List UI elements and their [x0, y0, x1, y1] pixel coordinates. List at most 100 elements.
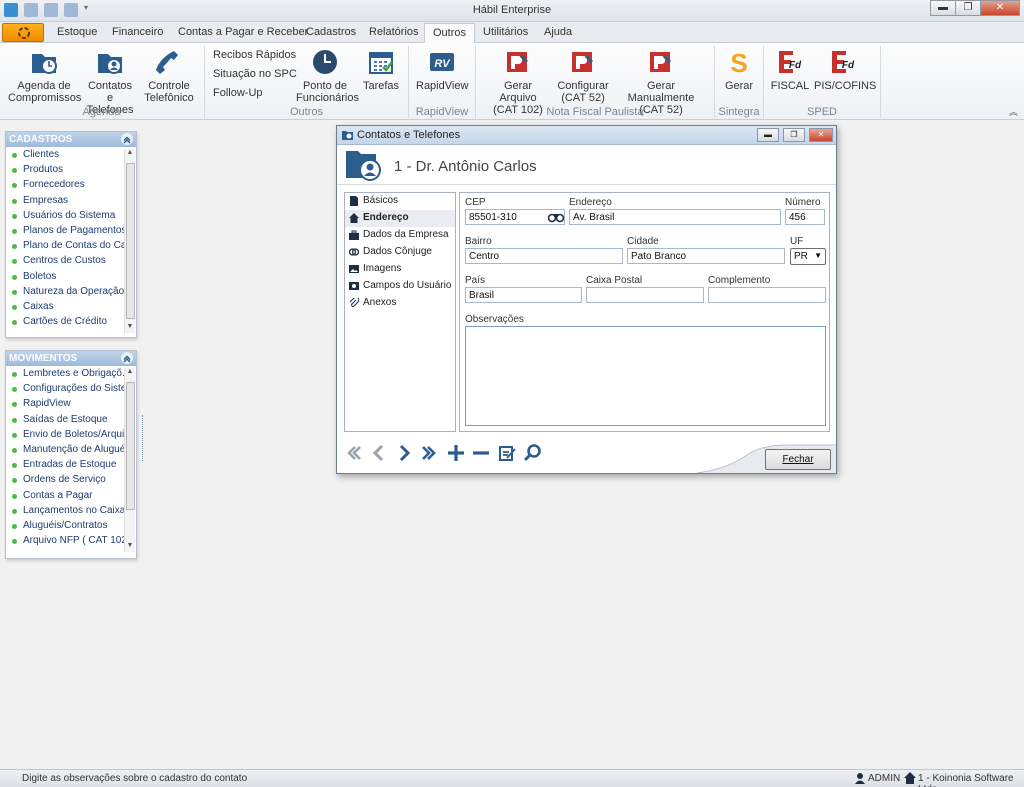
sidebar-item-contas-pagar[interactable]: Contas a Pagar [6, 490, 124, 505]
sidebar-item-arquivo-nfp[interactable]: Arquivo NFP ( CAT 102... [6, 535, 124, 550]
dialog-maximize-button[interactable]: ❐ [783, 128, 805, 142]
nav-item-imagens[interactable]: Imagens [345, 261, 455, 278]
binoculars-icon[interactable] [548, 211, 564, 223]
dialog-title-bar[interactable]: Contatos e Telefones ▬ ❐ ✕ [337, 126, 836, 145]
close-button[interactable]: ✕ [980, 0, 1020, 16]
clock-icon [313, 50, 337, 74]
tab-ajuda[interactable]: Ajuda [544, 26, 572, 38]
configurar-cat52-button[interactable]: Configurar (CAT 52) [556, 48, 610, 104]
sidebar-item-produtos[interactable]: Produtos [6, 164, 124, 179]
add-record-icon[interactable] [446, 443, 466, 463]
pais-input[interactable]: Brasil [465, 287, 582, 303]
movimentos-panel-header[interactable]: MOVIMENTOS [6, 351, 136, 366]
collapse-chevron-icon[interactable] [121, 352, 133, 364]
tab-financeiro[interactable]: Financeiro [112, 26, 163, 38]
delete-record-icon[interactable] [471, 443, 491, 463]
previous-record-icon[interactable] [369, 443, 389, 463]
agenda-compromissos-button[interactable]: Agenda de Compromissos [8, 48, 81, 104]
tab-utilitarios[interactable]: Utilitários [483, 26, 528, 38]
rapidview-button[interactable]: RV RapidView [416, 48, 468, 92]
first-record-icon[interactable] [344, 443, 364, 463]
cep-label: CEP [465, 197, 486, 208]
ponto-funcionarios-button[interactable]: Ponto de Funcionários [296, 48, 359, 104]
observacoes-textarea[interactable] [465, 326, 826, 426]
nav-item-basicos[interactable]: Básicos [345, 193, 455, 210]
tab-cadastros[interactable]: Cadastros [306, 26, 356, 38]
next-record-icon[interactable] [394, 443, 414, 463]
maximize-button[interactable]: ❐ [955, 0, 981, 16]
application-menu-button[interactable] [2, 23, 44, 42]
group-label-agenda: Agenda [82, 106, 121, 118]
sidebar-item-boletos[interactable]: Boletos [6, 271, 124, 286]
scroll-thumb[interactable] [126, 382, 135, 510]
dialog-close-button[interactable]: ✕ [809, 128, 833, 142]
nav-item-campos-usuario[interactable]: Campos do Usuário [345, 278, 455, 295]
tab-estoque[interactable]: Estoque [57, 26, 97, 38]
bairro-input[interactable]: Centro [465, 248, 623, 264]
tarefas-button[interactable]: Tarefas [362, 48, 400, 92]
cidade-input[interactable]: Pato Branco [627, 248, 785, 264]
cadastros-panel-header[interactable]: CADASTROS [6, 132, 136, 147]
sidebar-item-planos-pagamentos[interactable]: Planos de Pagamentos [6, 225, 124, 240]
sidebar-item-lancamentos-caixa[interactable]: Lançamentos no Caixa [6, 505, 124, 520]
user-icon [855, 773, 865, 784]
sintegra-gerar-button[interactable]: S Gerar [722, 48, 756, 92]
sidebar-item-cartoes[interactable]: Cartões de Crédito [6, 316, 124, 331]
ribbon-collapse-icon[interactable]: ︽ [1009, 105, 1018, 118]
sidebar-item-usuarios[interactable]: Usuários do Sistema [6, 210, 124, 225]
sidebar-item-clientes[interactable]: Clientes [6, 149, 124, 164]
follow-up-button[interactable]: Follow-Up [213, 87, 263, 99]
nav-item-dados-conjuge[interactable]: Dados Cônjuge [345, 244, 455, 261]
situacao-spc-button[interactable]: Situação no SPC [213, 68, 297, 80]
scroll-thumb[interactable] [126, 163, 135, 319]
sidebar-item-saidas-estoque[interactable]: Saídas de Estoque [6, 414, 124, 429]
sidebar-item-centros-custos[interactable]: Centros de Custos [6, 255, 124, 270]
dialog-minimize-button[interactable]: ▬ [757, 128, 779, 142]
bairro-label: Bairro [465, 236, 492, 247]
scroll-up-icon[interactable]: ▲ [125, 149, 135, 159]
sidebar-item-lembretes[interactable]: Lembretes e Obrigaçõ... [6, 368, 124, 383]
nav-item-dados-empresa[interactable]: Dados da Empresa [345, 227, 455, 244]
endereco-input[interactable]: Av. Brasil [569, 209, 781, 225]
sidebar-item-empresas[interactable]: Empresas [6, 195, 124, 210]
tab-relatorios[interactable]: Relatórios [369, 26, 419, 38]
scroll-up-icon[interactable]: ▲ [125, 368, 135, 378]
sidebar-item-manutencao-alugueis[interactable]: Manutenção de Aluguéi... [6, 444, 124, 459]
tab-contas[interactable]: Contas a Pagar e Receber [178, 26, 308, 38]
scroll-down-icon[interactable]: ▼ [125, 542, 135, 552]
sidebar-item-fornecedores[interactable]: Fornecedores [6, 179, 124, 194]
nav-item-anexos[interactable]: Anexos [345, 295, 455, 312]
sidebar-item-plano-contas[interactable]: Plano de Contas do Ca... [6, 240, 124, 255]
numero-input[interactable]: 456 [785, 209, 825, 225]
caixa-postal-input[interactable] [586, 287, 704, 303]
sped-piscofins-button[interactable]: Fd PIS/COFINS [814, 48, 876, 92]
uf-select[interactable]: PR ▼ [790, 248, 826, 265]
sidebar-item-caixas[interactable]: Caixas [6, 301, 124, 316]
nav-item-endereco[interactable]: Endereço [345, 210, 455, 227]
sidebar-item-ordens-servico[interactable]: Ordens de Serviço [6, 474, 124, 489]
sidebar-item-natureza-operacao[interactable]: Natureza da Operação [6, 286, 124, 301]
minimize-button[interactable]: ▬ [930, 0, 956, 16]
sidebar-item-configuracoes[interactable]: Configurações do Siste... [6, 383, 124, 398]
gerar-manual-line1: Gerar Manualmente [627, 80, 695, 104]
cadastros-scrollbar[interactable]: ▲ ▼ [124, 149, 135, 333]
movimentos-scrollbar[interactable]: ▲ ▼ [124, 368, 135, 552]
collapse-chevron-icon[interactable] [121, 133, 133, 145]
last-record-icon[interactable] [419, 443, 439, 463]
recibos-rapidos-button[interactable]: Recibos Rápidos [213, 49, 296, 61]
search-icon[interactable] [523, 443, 543, 463]
sidebar-item-rapidview[interactable]: RapidView [6, 398, 124, 413]
tarefas-label: Tarefas [362, 80, 400, 92]
scroll-down-icon[interactable]: ▼ [125, 323, 135, 333]
sidebar-item-alugueis-contratos[interactable]: Aluguéis/Contratos [6, 520, 124, 535]
edit-record-icon[interactable] [497, 443, 517, 463]
sidebar-item-envio-boletos[interactable]: Envio de Boletos/Arqui... [6, 429, 124, 444]
fechar-button[interactable]: Fechar [765, 449, 831, 470]
complemento-input[interactable] [708, 287, 826, 303]
sidebar-splitter[interactable] [142, 415, 146, 461]
sped-fiscal-button[interactable]: Fd FISCAL [770, 48, 810, 92]
image-icon [349, 265, 359, 273]
sidebar-item-entradas-estoque[interactable]: Entradas de Estoque [6, 459, 124, 474]
controle-telefonico-button[interactable]: Controle Telefônico [142, 48, 196, 104]
tab-outros[interactable]: Outros [424, 23, 476, 44]
